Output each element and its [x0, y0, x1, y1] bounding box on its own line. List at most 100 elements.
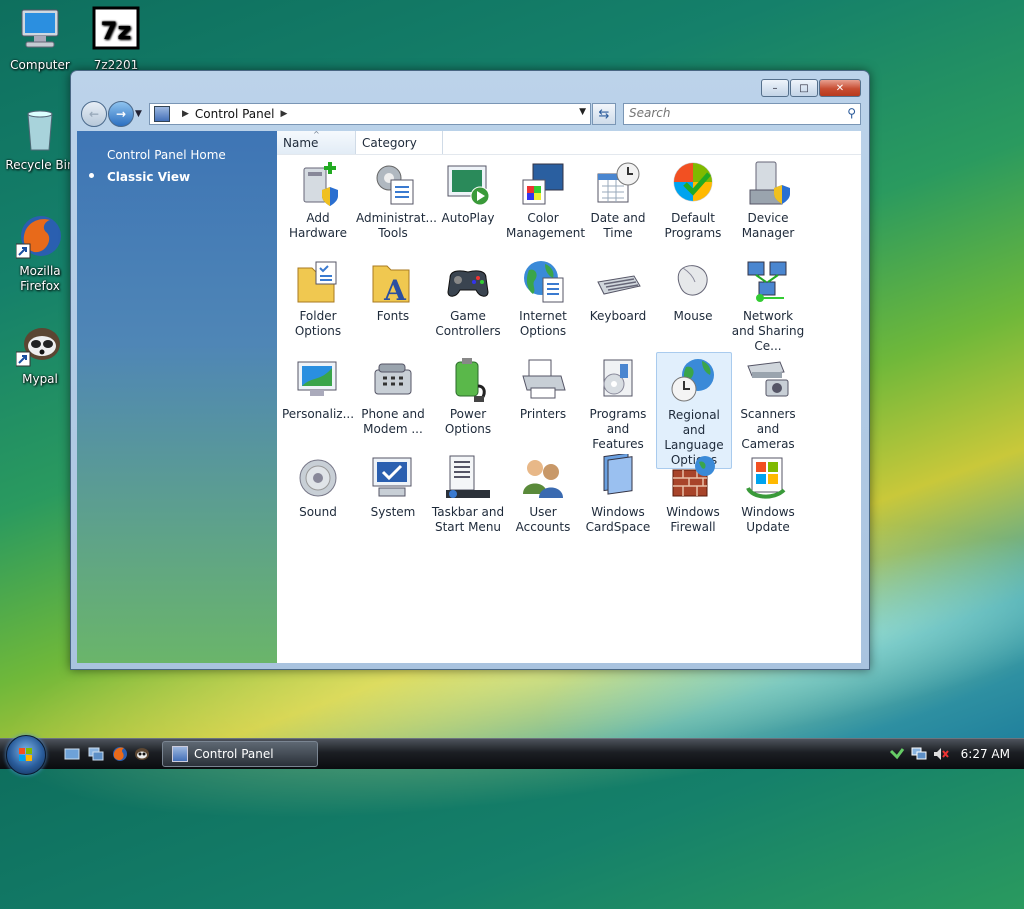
cp-item-windows-update[interactable]: Windows Update	[731, 450, 805, 535]
taskbar-button-control-panel[interactable]: Control Panel	[162, 741, 318, 767]
mypal-quicklaunch-icon[interactable]	[134, 746, 150, 762]
refresh-button[interactable]: ⇆	[592, 103, 616, 125]
recent-pages-dropdown[interactable]: ▼	[135, 109, 142, 119]
show-desktop-icon[interactable]	[64, 746, 80, 762]
phone-modem-icon	[369, 356, 417, 404]
control-panel-home-link[interactable]: Control Panel Home	[107, 148, 226, 162]
cp-item-label: Programs and Features	[589, 407, 647, 451]
system-icon	[369, 454, 417, 502]
column-header-category[interactable]: Category	[356, 131, 443, 154]
personalization-icon	[294, 356, 342, 404]
back-button[interactable]: ←	[81, 101, 107, 127]
cp-item-user-accounts[interactable]: User Accounts	[506, 450, 580, 535]
cp-item-cardspace[interactable]: Windows CardSpace	[581, 450, 655, 535]
forward-button[interactable]: →	[108, 101, 134, 127]
user-accounts-icon	[519, 454, 567, 502]
cp-item-game-controller[interactable]: Game Controllers	[431, 254, 505, 339]
window-controls: – □ ✕	[760, 79, 861, 97]
column-headers: ^ Name Category	[277, 130, 861, 155]
clock[interactable]: 6:27 AM	[961, 747, 1010, 761]
cardspace-icon	[594, 452, 642, 502]
close-button[interactable]: ✕	[819, 79, 861, 97]
cp-item-sound[interactable]: Sound	[281, 450, 355, 520]
cp-item-internet-options[interactable]: Internet Options	[506, 254, 580, 339]
cp-item-administrative-tools[interactable]: Administrat... Tools	[356, 156, 437, 241]
color-management-icon	[519, 160, 567, 208]
network-tray-icon[interactable]	[911, 747, 927, 761]
desktop-icon-firefox[interactable]: Mozilla Firefox	[0, 212, 80, 294]
internet-options-icon	[519, 258, 567, 306]
cp-item-label: Folder Options	[294, 309, 342, 338]
maximize-button[interactable]: □	[790, 79, 818, 97]
cp-item-default-programs[interactable]: Default Programs	[656, 156, 730, 241]
cp-item-personalization[interactable]: Personaliz...	[281, 352, 355, 422]
administrative-tools-icon	[369, 160, 417, 208]
breadcrumb-separator-icon[interactable]: ▶	[281, 109, 288, 119]
switch-windows-icon[interactable]	[88, 746, 104, 762]
cp-item-label: Administrat... Tools	[356, 211, 437, 240]
cp-item-fonts[interactable]: A Fonts	[356, 254, 430, 324]
cp-item-label: Add Hardware	[289, 211, 347, 240]
refresh-icon: ⇆	[598, 106, 610, 122]
cp-item-firewall[interactable]: Windows Firewall	[656, 450, 730, 535]
cp-item-taskbar-start-menu[interactable]: Taskbar and Start Menu	[431, 450, 505, 535]
cp-item-label: Date and Time	[590, 211, 646, 240]
cp-item-label: Windows Firewall	[666, 505, 720, 534]
windows-logo-icon	[19, 748, 32, 761]
cp-item-mouse[interactable]: Mouse	[656, 254, 730, 324]
start-button[interactable]	[6, 735, 46, 775]
column-header-name[interactable]: ^ Name	[277, 130, 356, 154]
cp-item-label: Fonts	[376, 309, 410, 323]
search-icon[interactable]: ⚲	[847, 106, 856, 120]
cp-item-label: Mouse	[673, 309, 713, 323]
arrow-right-icon: →	[115, 107, 127, 121]
desktop-icon-recycle-bin[interactable]: Recycle Bin	[0, 106, 80, 173]
search-input[interactable]	[624, 104, 829, 122]
bullet-icon	[89, 173, 94, 178]
cp-item-programs-features[interactable]: Programs and Features	[581, 352, 655, 452]
control-panel-icon	[172, 746, 188, 762]
address-bar[interactable]: ▶ Control Panel ▶ ▼	[149, 103, 591, 125]
cp-item-device-manager[interactable]: Device Manager	[731, 156, 805, 241]
cp-item-label: Scanners and Cameras	[740, 407, 796, 451]
cp-item-system[interactable]: System	[356, 450, 430, 520]
cp-item-label: Network and Sharing Ce...	[731, 309, 805, 353]
firefox-quicklaunch-icon[interactable]	[112, 746, 128, 762]
cp-item-label: Personaliz...	[281, 407, 355, 421]
add-hardware-icon	[294, 160, 342, 208]
minimize-button[interactable]: –	[761, 79, 789, 97]
cp-item-date-time[interactable]: Date and Time	[581, 156, 655, 241]
cp-item-label: User Accounts	[515, 505, 571, 534]
volume-muted-icon[interactable]	[933, 747, 949, 761]
cp-item-folder-options[interactable]: Folder Options	[281, 254, 355, 339]
taskbar: Control Panel 6:27 AM	[0, 735, 1024, 775]
cp-item-color-management[interactable]: Color Management	[506, 156, 586, 241]
computer-icon	[16, 6, 64, 54]
cp-item-autoplay[interactable]: AutoPlay	[431, 156, 505, 226]
search-box[interactable]: ⚲	[623, 103, 861, 125]
cp-item-keyboard[interactable]: Keyboard	[581, 254, 655, 324]
desktop-icon-mypal[interactable]: Mypal	[0, 320, 80, 387]
desktop-icon-7z2201[interactable]: 7z 7z2201	[76, 6, 156, 73]
classic-view-link[interactable]: Classic View	[107, 170, 190, 184]
address-dropdown-icon[interactable]: ▼	[579, 107, 586, 117]
cp-item-printer[interactable]: Printers	[506, 352, 580, 422]
cp-item-phone-modem[interactable]: Phone and Modem ...	[356, 352, 430, 437]
arrow-left-icon: ←	[88, 107, 100, 121]
cp-item-label: System	[370, 505, 416, 519]
control-panel-icon	[154, 106, 170, 122]
cp-item-label: Power Options	[444, 407, 492, 436]
desktop-icon-computer[interactable]: Computer	[0, 6, 80, 73]
breadcrumb-control-panel[interactable]: Control Panel	[195, 107, 275, 121]
cp-item-power-options[interactable]: Power Options	[431, 352, 505, 437]
breadcrumb-separator-icon[interactable]: ▶	[182, 109, 189, 119]
cp-item-scanner-camera[interactable]: Scanners and Cameras	[731, 352, 805, 452]
control-panel-window[interactable]: – □ ✕ ← → ▼ ▶ Control Panel ▶ ▼ ⇆ ⚲ Cont…	[70, 70, 870, 670]
cp-item-add-hardware[interactable]: Add Hardware	[281, 156, 355, 241]
cp-item-label: Color Management	[506, 211, 586, 240]
navigation-bar: ← → ▼ ▶ Control Panel ▶ ▼ ⇆ ⚲	[79, 101, 861, 129]
svg-text:7z: 7z	[101, 17, 132, 45]
safely-remove-icon[interactable]	[889, 747, 905, 761]
cp-item-network[interactable]: Network and Sharing Ce...	[731, 254, 805, 354]
mypal-icon	[15, 320, 64, 368]
